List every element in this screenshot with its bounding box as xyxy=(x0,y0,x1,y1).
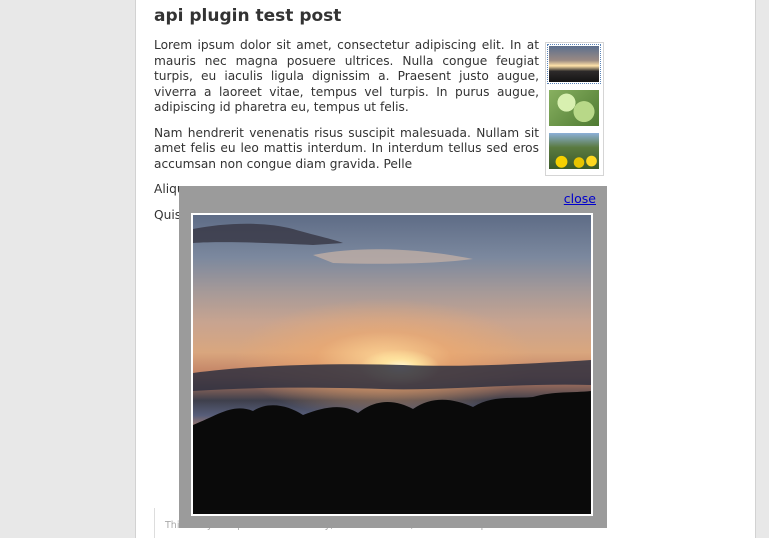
close-link[interactable]: close xyxy=(564,191,596,206)
image-gallery xyxy=(545,42,604,176)
lightbox: close xyxy=(179,186,607,528)
post-title: api plugin test post xyxy=(154,6,342,26)
paragraph-1: Lorem ipsum dolor sit amet, consectetur … xyxy=(154,38,539,114)
yellow-flowers-thumbnail[interactable] xyxy=(549,133,599,169)
lightbox-frame xyxy=(191,213,593,516)
sunset-photo xyxy=(193,215,591,514)
sunset-silhouette xyxy=(193,223,591,514)
sunset-thumbnail[interactable] xyxy=(547,44,601,84)
green-plant-thumbnail[interactable] xyxy=(549,90,599,126)
paragraph-2: Nam hendrerit venenatis risus suscipit m… xyxy=(154,125,539,171)
